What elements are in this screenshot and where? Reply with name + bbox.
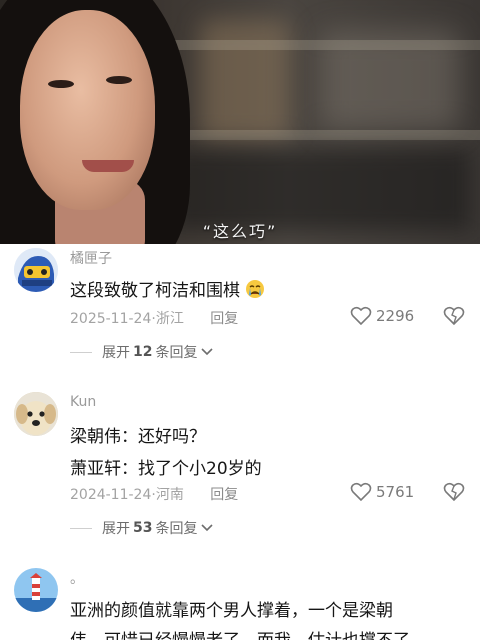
avatar[interactable]	[14, 568, 58, 612]
avatar-dog-icon	[14, 392, 58, 436]
heart-icon	[350, 306, 372, 326]
comment-line: 这段致敬了柯洁和围棋	[70, 281, 240, 301]
comment-item: 。 亚洲的颜值就靠两个男人撑着，一个是梁朝 伟，可惜已经慢慢老了，而我，估计也撑…	[0, 566, 480, 640]
comment-username[interactable]: Kun	[70, 394, 96, 410]
video-subtitle: “这么巧”	[202, 222, 278, 241]
chevron-down-icon	[201, 348, 214, 356]
comment-username[interactable]: 橘匣子	[70, 248, 112, 268]
smile	[82, 160, 134, 172]
comment-item: Kun 梁朝伟：还好吗？ 萧亚轩：找了个小20岁的 2024-11-24·河南 …	[0, 392, 480, 542]
dislike-button[interactable]	[443, 306, 465, 330]
like-count: 2296	[376, 307, 415, 325]
comment-meta: 2025-11-24·浙江 回复	[70, 308, 238, 328]
chevron-down-icon	[201, 524, 214, 532]
comment-username[interactable]: 。	[70, 568, 84, 588]
dislike-button[interactable]	[443, 482, 465, 506]
comment-text-line: 亚洲的颜值就靠两个男人撑着，一个是梁朝	[70, 601, 393, 621]
eye	[106, 76, 132, 84]
reply-button[interactable]: 回复	[210, 311, 238, 327]
heart-icon	[350, 482, 372, 502]
expand-replies-button[interactable]: 展开 53 条回复	[70, 518, 214, 538]
divider	[70, 351, 92, 353]
avatar-lighthouse-icon	[14, 568, 58, 612]
comment-item: 橘匣子 这段致敬了柯洁和围棋 2025-11-24·浙江 回复 2296 展开 …	[0, 244, 480, 374]
crying-face-icon	[246, 280, 265, 298]
background-blur	[200, 20, 290, 140]
expand-replies-button[interactable]: 展开 12 条回复	[70, 342, 214, 362]
avatar[interactable]	[14, 392, 58, 436]
comment-text: 这段致敬了柯洁和围棋	[70, 276, 265, 301]
divider	[70, 527, 92, 529]
avatar-cartoon-icon	[14, 248, 58, 292]
avatar[interactable]	[14, 248, 58, 292]
background-shelf	[170, 130, 480, 140]
video-player[interactable]: “这么巧”	[0, 0, 480, 244]
comment-text-line: 萧亚轩：找了个小20岁的	[70, 459, 262, 479]
like-button[interactable]: 5761	[350, 482, 414, 502]
actress-face	[20, 10, 155, 210]
comment-date-location: 2025-11-24·浙江	[70, 311, 184, 327]
comment-date-location: 2024-11-24·河南	[70, 487, 184, 503]
reply-button[interactable]: 回复	[210, 487, 238, 503]
eye	[48, 80, 74, 88]
broken-heart-icon	[443, 482, 465, 502]
background-shelf	[170, 40, 480, 50]
comment-text-line: 梁朝伟：还好吗？	[70, 427, 206, 447]
broken-heart-icon	[443, 306, 465, 326]
like-count: 5761	[376, 483, 415, 501]
comment-text-line: 伟，可惜已经慢慢老了，而我，估计也撑不了	[70, 626, 410, 640]
comment-meta: 2024-11-24·河南 回复	[70, 484, 238, 504]
like-button[interactable]: 2296	[350, 306, 414, 326]
